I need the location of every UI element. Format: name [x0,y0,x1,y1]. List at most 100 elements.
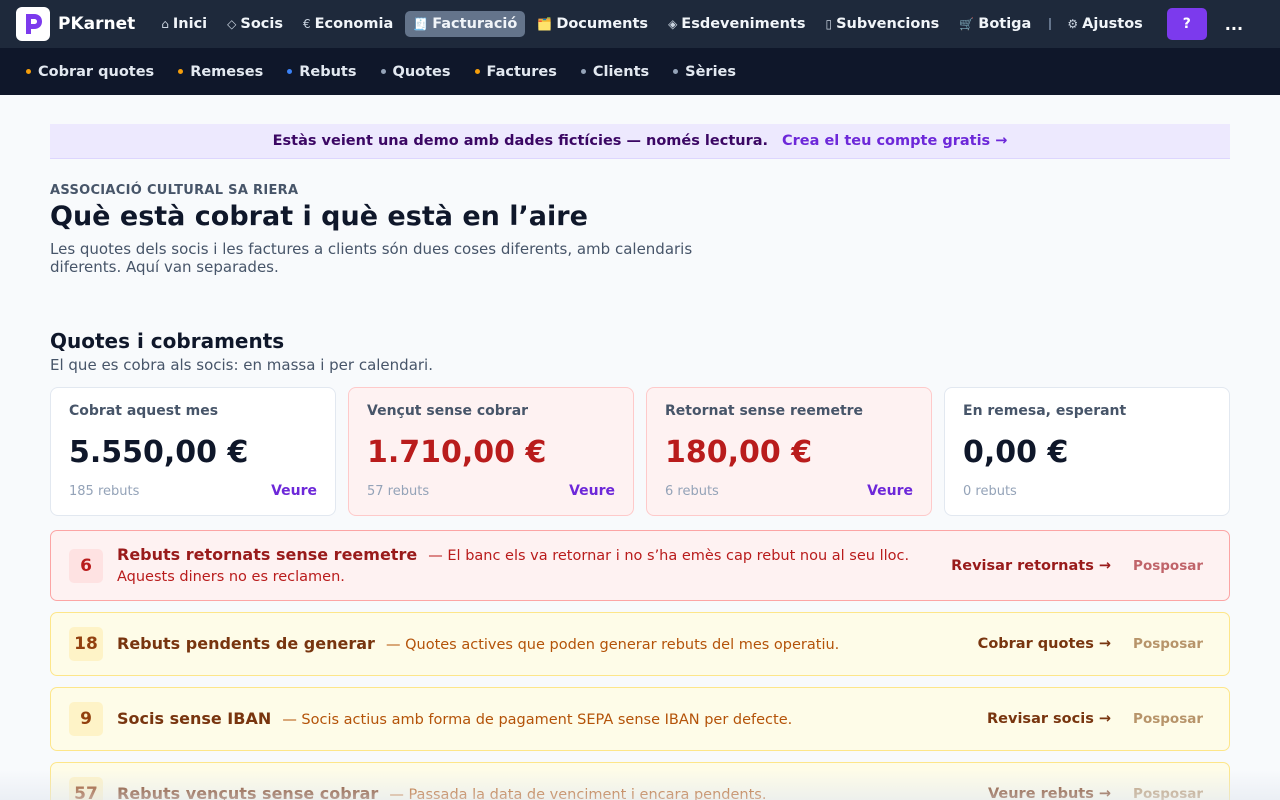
stat-cards: Cobrat aquest mes 5.550,00 € 185 rebuts … [50,387,1230,516]
stat-card-in-remittance: En remesa, esperant 0,00 € 0 rebuts [944,387,1230,516]
subnav-item-label: Quotes [392,63,451,80]
view-receipts-button[interactable]: Veure rebuts → [988,786,1111,800]
subnav-item-remeses[interactable]: Remeses [178,64,263,80]
demo-banner: Estàs veient una demo amb dades fictície… [50,124,1230,159]
nav-item-ajustos[interactable]: ⚙ Ajustos [1059,11,1150,37]
view-returned-link[interactable]: Veure [867,483,913,499]
create-account-link[interactable]: Crea el teu compte gratis → [782,133,1007,149]
postpone-button[interactable]: Posposar [1133,711,1203,727]
top-nav: PKarnet ⌂ Inici ◇ Socis € Economia 🧾 Fac… [0,0,1280,48]
collect-fees-button[interactable]: Cobrar quotes → [978,636,1111,652]
postpone-button[interactable]: Posposar [1133,558,1203,574]
review-returned-button[interactable]: Revisar retornats → [951,558,1111,574]
nav-item-socis[interactable]: ◇ Socis [219,11,291,37]
page-subtitle: Les quotes dels socis i les factures a c… [50,240,693,276]
nav-item-subvencions[interactable]: ▯ Subvencions [817,11,947,37]
nav-item-esdeveniments[interactable]: ◈ Esdeveniments [660,11,813,37]
alert-members-no-iban: 9 Socis sense IBAN — Socis actius amb fo… [50,687,1230,751]
stat-card-count: 0 rebuts [963,484,1017,499]
section-subtitle: El que es cobra als socis: en massa i pe… [50,356,433,374]
home-icon: ⌂ [161,17,169,31]
nav-item-label: Socis [240,16,283,32]
alert-title: Rebuts pendents de generar [117,633,375,653]
subnav-item-label: Cobrar quotes [38,63,155,80]
nav-item-label: Economia [314,16,394,32]
status-dot [474,69,480,74]
alert-returned-receipts: 6 Rebuts retornats sense reemetre — El b… [50,530,1230,601]
stat-card-overdue: Vençut sense cobrar 1.710,00 € 57 rebuts… [348,387,634,516]
alert-title: Rebuts retornats sense reemetre [117,544,418,564]
page-title: Què està cobrat i què està en l’aire [50,201,588,232]
nav-item-label: Subvencions [836,16,940,32]
alert-body: Socis sense IBAN — Socis actius amb form… [117,709,967,730]
alert-description: — Quotes actives que poden generar rebut… [385,636,840,653]
nav-item-inici[interactable]: ⌂ Inici [153,11,215,37]
status-dot [178,69,184,74]
review-members-button[interactable]: Revisar socis → [987,711,1111,727]
status-dot [673,69,679,74]
folder-icon: 🗂️ [537,17,553,31]
nav-item-label: Inici [172,16,208,32]
gear-icon: ⚙ [1067,17,1079,31]
alert-pending-receipts: 18 Rebuts pendents de generar — Quotes a… [50,612,1230,676]
stat-card-count: 57 rebuts [367,484,430,499]
alert-description: — Socis actius amb forma de pagament SEP… [282,711,793,728]
subnav-item-factures[interactable]: Factures [474,63,557,80]
nav-item-botiga[interactable]: 🛒 Botiga [951,11,1039,37]
app-logo[interactable]: PKarnet [16,7,135,41]
logo-icon [16,7,50,41]
nav-item-facturacio[interactable]: 🧾 Facturació [405,11,526,37]
alert-body: Rebuts retornats sense reemetre — El ban… [117,545,931,587]
alert-count-badge: 6 [69,548,103,583]
alert-body: Rebuts pendents de generar — Quotes acti… [117,634,958,655]
nav-item-label: Botiga [978,16,1032,32]
alert-count-badge: 57 [69,777,103,800]
subnav-item-label: Rebuts [299,63,357,80]
sub-nav: Cobrar quotes Remeses Rebuts Quotes Fact… [0,48,1280,95]
euro-icon: € [302,17,311,31]
event-icon: ◈ [668,17,678,31]
cart-icon: 🛒 [959,17,975,31]
view-overdue-link[interactable]: Veure [569,483,615,499]
alert-overdue-receipts: 57 Rebuts vençuts sense cobrar — Passada… [50,762,1230,800]
nav-divider [1049,18,1052,30]
subnav-item-rebuts[interactable]: Rebuts [287,63,357,80]
postpone-button[interactable]: Posposar [1133,636,1203,652]
nav-item-economia[interactable]: € Economia [295,11,401,37]
stat-card-label: Vençut sense cobrar [367,403,529,419]
postpone-button[interactable]: Posposar [1133,786,1203,800]
subnav-item-label: Sèries [685,63,737,80]
subnav-item-quotes[interactable]: Quotes [380,63,451,80]
main-content: Estàs veient una demo amb dades fictície… [0,95,1280,800]
alert-count-badge: 18 [69,627,103,661]
status-dot [26,69,31,74]
nav-item-documents[interactable]: 🗂️ Documents [529,11,656,37]
stat-card-collected: Cobrat aquest mes 5.550,00 € 185 rebuts … [50,387,336,516]
alert-description: — Passada la data de venciment i encara … [389,786,767,800]
stat-card-label: Retornat sense reemetre [665,403,864,419]
alert-count-badge: 9 [69,702,103,736]
alert-body: Rebuts vençuts sense cobrar — Passada la… [117,784,968,800]
view-collected-link[interactable]: Veure [271,483,317,499]
stat-card-value: 0,00 € [963,435,1069,470]
organization-name: ASSOCIACIÓ CULTURAL SA RIERA [50,183,299,198]
subnav-item-clients[interactable]: Clients [580,63,650,80]
subnav-item-series[interactable]: Sèries [673,64,736,80]
demo-banner-text: Estàs veient una demo amb dades fictície… [272,133,769,149]
stat-card-value: 180,00 € [665,435,813,470]
help-button[interactable]: ? [1166,8,1207,40]
section-title: Quotes i cobraments [50,329,285,353]
stat-card-count: 6 rebuts [665,484,719,499]
document-icon: ▯ [825,17,833,31]
subnav-item-label: Clients [592,63,650,80]
subnav-item-cobrar-quotes[interactable]: Cobrar quotes [26,64,154,80]
stat-card-label: Cobrat aquest mes [69,403,219,419]
diamond-icon: ◇ [227,17,237,31]
more-menu-button[interactable]: ... [1225,15,1243,34]
stat-card-count: 185 rebuts [69,484,140,499]
subnav-item-label: Factures [486,63,557,80]
nav-item-label: Documents [556,16,649,32]
stat-card-value: 5.550,00 € [69,435,249,470]
stat-card-returned: Retornat sense reemetre 180,00 € 6 rebut… [646,387,932,516]
status-dot [287,69,293,74]
